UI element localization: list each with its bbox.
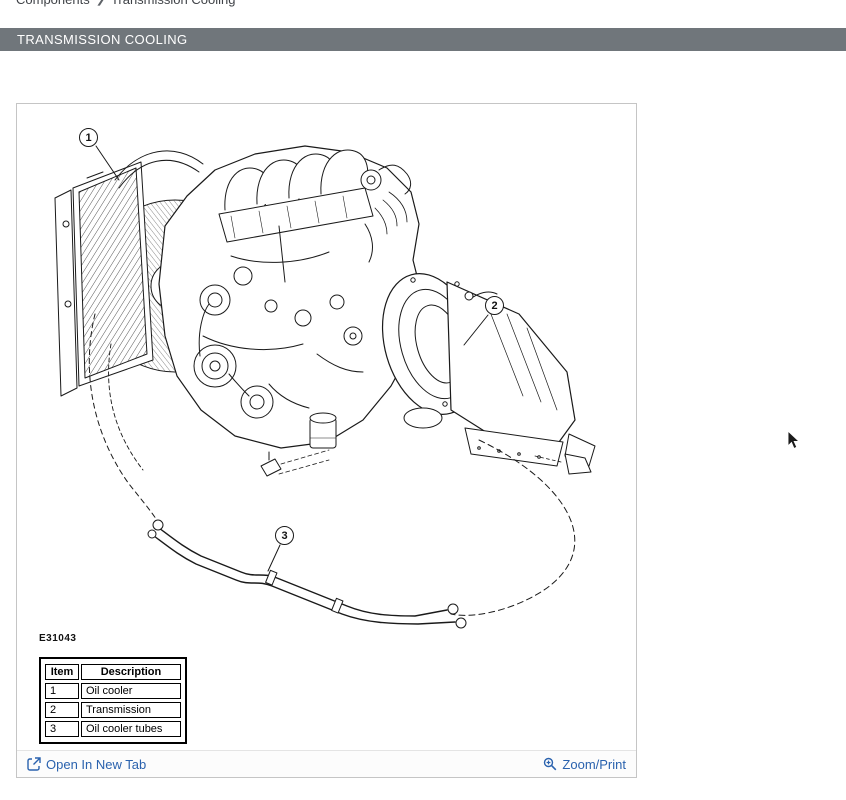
parts-table-cell-description: Oil cooler tubes [81, 721, 181, 737]
mouse-cursor-icon [787, 430, 803, 455]
parts-table-header-item: Item [45, 664, 79, 680]
figure-code: E31043 [39, 633, 76, 644]
breadcrumb: Components ❯ Transmission Cooling [16, 0, 235, 7]
callout-2: 2 [485, 296, 504, 315]
zoom-print-label: Zoom/Print [562, 757, 626, 772]
open-in-new-tab-link[interactable]: Open In New Tab [27, 757, 146, 772]
open-in-new-icon [27, 757, 41, 771]
chevron-right-icon: ❯ [96, 0, 105, 6]
diagram-line-art [17, 104, 636, 749]
open-in-new-tab-label: Open In New Tab [46, 757, 146, 772]
magnifier-plus-icon [543, 757, 557, 771]
parts-table-cell-description: Oil cooler [81, 683, 181, 699]
section-header-bar: TRANSMISSION COOLING [0, 28, 846, 51]
engine-transmission-diagram: 1 2 3 [17, 104, 636, 749]
parts-table-cell-item: 3 [45, 721, 79, 737]
parts-table-cell-item: 2 [45, 702, 79, 718]
breadcrumb-item-transmission-cooling: Transmission Cooling [111, 0, 236, 7]
table-row: 1 Oil cooler [45, 683, 181, 699]
callout-1: 1 [79, 128, 98, 147]
table-row: 3 Oil cooler tubes [45, 721, 181, 737]
section-title: TRANSMISSION COOLING [0, 32, 188, 47]
parts-table: Item Description 1 Oil cooler 2 Transmis… [39, 657, 187, 744]
callout-3: 3 [275, 526, 294, 545]
parts-table-cell-description: Transmission [81, 702, 181, 718]
zoom-print-link[interactable]: Zoom/Print [543, 757, 626, 772]
figure-card: 1 2 3 E31043 Item Description 1 Oil cool… [16, 103, 637, 778]
parts-table-header-description: Description [81, 664, 181, 680]
card-footer: Open In New Tab Zoom/Print [17, 750, 636, 777]
parts-table-cell-item: 1 [45, 683, 79, 699]
breadcrumb-item-components[interactable]: Components [16, 0, 90, 7]
table-row: 2 Transmission [45, 702, 181, 718]
